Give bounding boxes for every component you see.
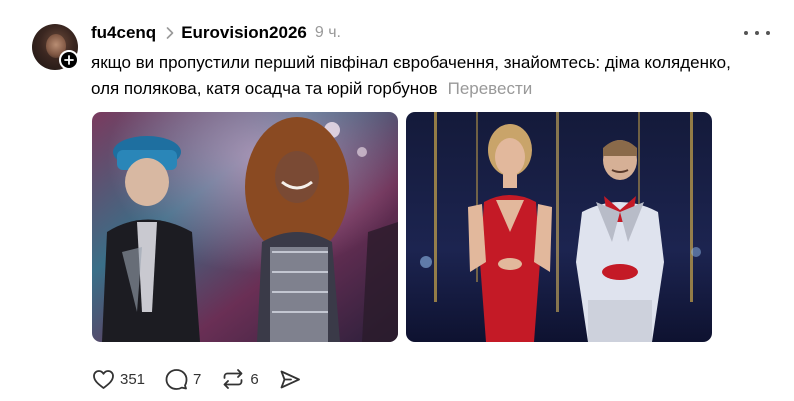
- share-button[interactable]: [279, 369, 301, 390]
- heart-icon: [93, 369, 114, 389]
- reply-count: 7: [193, 370, 202, 388]
- community-link[interactable]: Eurovision2026: [181, 23, 307, 43]
- follow-button[interactable]: [59, 50, 79, 70]
- post-header: fu4cenq Eurovision2026 9 ч.: [91, 22, 341, 44]
- hosts-photo: [406, 112, 712, 342]
- action-bar: 351 7 6: [92, 366, 321, 392]
- username[interactable]: fu4cenq: [91, 23, 156, 43]
- post-timestamp[interactable]: 9 ч.: [315, 24, 341, 42]
- more-icon[interactable]: [744, 24, 770, 42]
- post-image-1[interactable]: [92, 112, 398, 342]
- reply-button[interactable]: 7: [165, 368, 201, 390]
- chevron-right-icon: [166, 27, 174, 39]
- repost-count: 6: [250, 370, 259, 388]
- comment-icon: [165, 369, 188, 390]
- share-icon: [280, 370, 300, 388]
- translate-link[interactable]: Перевести: [448, 79, 533, 98]
- post-body: якщо ви пропустили перший півфінал євроб…: [91, 53, 731, 98]
- post-text: якщо ви пропустили перший півфінал євроб…: [91, 50, 731, 102]
- repost-button[interactable]: 6: [221, 368, 259, 390]
- plus-icon: [64, 55, 74, 65]
- post-image-2[interactable]: [406, 112, 712, 342]
- repost-icon: [223, 369, 243, 389]
- thread-post: fu4cenq Eurovision2026 9 ч. якщо ви проп…: [0, 0, 794, 401]
- like-button[interactable]: 351: [92, 369, 145, 390]
- like-count: 351: [120, 370, 146, 388]
- performer-photo: [92, 112, 398, 342]
